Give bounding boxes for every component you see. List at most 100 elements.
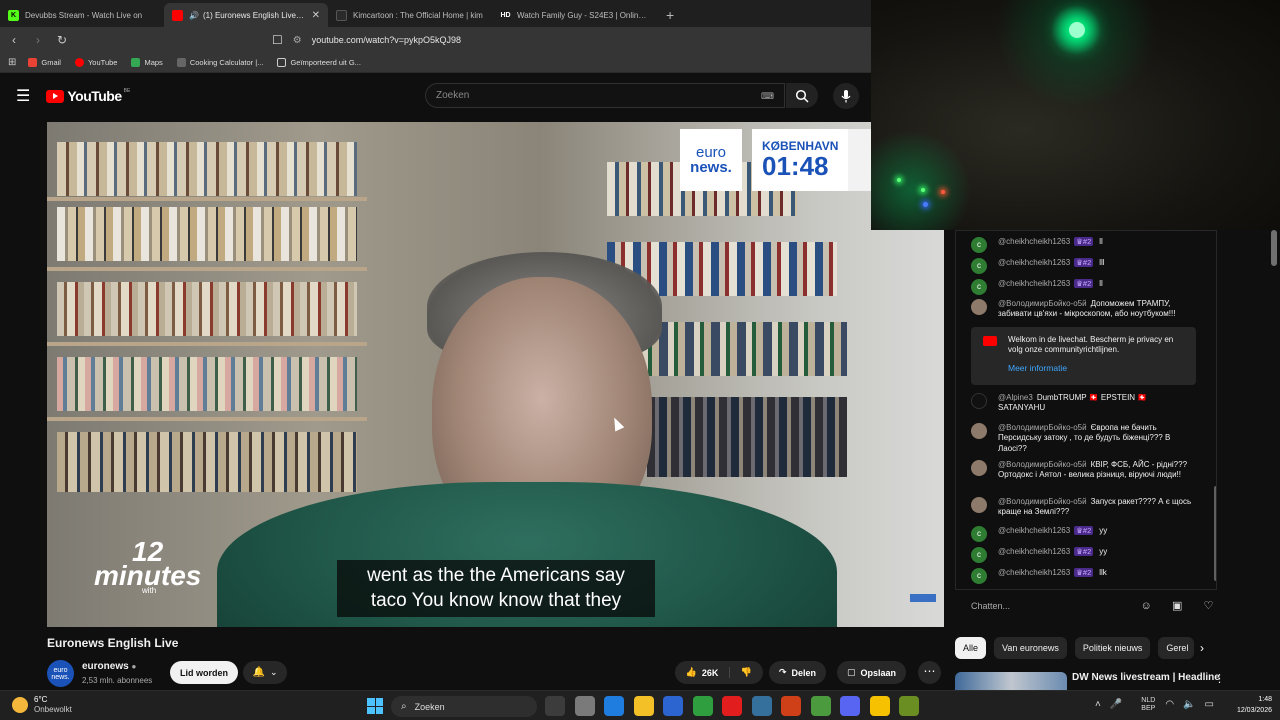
caption-line: taco You know know that they	[370, 589, 622, 611]
page-scrollbar[interactable]	[1271, 230, 1277, 266]
bookmark-youtube[interactable]: YouTube	[74, 58, 117, 67]
search-icon	[795, 89, 809, 103]
taskbar-app-icon[interactable]	[692, 696, 713, 716]
keyboard-icon[interactable]: ⌨	[761, 91, 774, 102]
more-info-link[interactable]: Meer informatie	[1008, 363, 1186, 374]
bookmark-imported[interactable]: Geïmporteerd uit G...	[277, 58, 361, 67]
more-actions-button[interactable]: ⋯	[918, 661, 941, 684]
taskbar-app-icon[interactable]	[633, 696, 654, 716]
apps-grid-icon[interactable]: ⊞	[8, 57, 16, 68]
youtube-icon	[74, 58, 84, 67]
join-button[interactable]: Lid worden	[170, 661, 238, 684]
green-light	[1069, 22, 1085, 38]
youtube-logo[interactable]: YouTube BE	[46, 88, 130, 104]
search-button[interactable]	[786, 83, 818, 108]
chip-all[interactable]: Alle	[955, 637, 987, 659]
chat-author[interactable]: @cheikhcheikh1263	[998, 568, 1070, 577]
chevron-up-icon[interactable]: ˄	[1095, 699, 1101, 710]
voice-search-button[interactable]	[833, 83, 859, 109]
language-indicator[interactable]: NLD BEP	[1141, 697, 1155, 712]
wifi-icon[interactable]: ◠	[1165, 699, 1174, 710]
start-button[interactable]	[367, 698, 383, 714]
taskbar-app-icon[interactable]	[781, 696, 801, 716]
search-input[interactable]: Zoeken ⌨	[425, 83, 785, 108]
logo-line2: news.	[690, 159, 732, 176]
chat-message-list[interactable]: c @cheikhcheikh1263 ♛#2 ll c @cheikhcheikh…	[955, 230, 1217, 590]
heart-icon[interactable]: ♡	[1200, 597, 1217, 615]
kebab-menu-icon[interactable]: ⋮	[1214, 672, 1225, 685]
chip-politics[interactable]: Politiek nieuws	[1074, 637, 1151, 659]
chat-author[interactable]: @cheikhcheikh1263	[998, 547, 1070, 556]
weather-widget[interactable]: 6°C Onbewolkt	[12, 695, 72, 714]
chat-message: @Alpine3 DumbTRUMP 🇨🇭 EPSTEIN 🇨🇭 SATANYAH…	[971, 393, 1171, 414]
tab-euronews[interactable]: 🔊 (1) Euronews English Live - Yo ✕	[164, 3, 328, 27]
recommended-title[interactable]: DW News livestream | Headline	[1072, 672, 1220, 683]
channel-name[interactable]: euronews ●	[82, 661, 136, 672]
kimcartoon-icon	[336, 9, 347, 21]
chat-author[interactable]: @ВолодимирБойко-о5й	[998, 423, 1087, 432]
tab-kimcartoon[interactable]: Kimcartoon : The Official Home | kim	[328, 3, 492, 27]
chat-author[interactable]: @cheikhcheikh1263	[998, 237, 1070, 246]
taskbar-search[interactable]: ⌕ Zoeken	[391, 696, 537, 717]
chat-author[interactable]: @ВолодимирБойко-о5й	[998, 299, 1087, 308]
hamburger-menu-icon[interactable]: ☰	[16, 86, 30, 106]
bookmark-label: Gmail	[41, 58, 61, 67]
chat-author[interactable]: @ВолодимирБойко-о5й	[998, 497, 1087, 506]
bookmark-icon[interactable]: ☐	[272, 33, 283, 47]
url-field[interactable]: ⚙ youtube.com/watch?v=pykpO5kQJ98	[293, 35, 461, 46]
like-button[interactable]: 👍 26K	[675, 667, 730, 678]
taskbar-app-icon[interactable]	[663, 696, 683, 716]
back-icon[interactable]: ‹	[4, 33, 24, 47]
chat-text: llk	[1099, 568, 1107, 577]
chat-author[interactable]: @cheikhcheikh1263	[998, 526, 1070, 535]
chat-scrollbar[interactable]	[1214, 486, 1216, 581]
chat-author[interactable]: @ВолодимирБойко-о5й	[998, 460, 1087, 469]
close-icon[interactable]: ✕	[312, 10, 320, 21]
share-button[interactable]: ↷ Delen	[769, 661, 827, 684]
taskbar-app-icon[interactable]	[869, 696, 890, 716]
site-settings-icon[interactable]: ⚙	[293, 35, 302, 46]
chat-author[interactable]: @cheikhcheikh1263	[998, 279, 1070, 288]
taskbar-app-icon[interactable]	[722, 696, 742, 716]
chat-input-row: Chatten... ☺ ▣ ♡	[955, 593, 1217, 619]
clock-time: 1:48	[1258, 696, 1272, 703]
chevron-right-icon[interactable]: ›	[1200, 641, 1204, 655]
bookmark-maps[interactable]: Maps	[131, 58, 163, 67]
weather-condition: Onbewolkt	[34, 704, 72, 714]
chip-euronews[interactable]: Van euronews	[994, 637, 1067, 659]
mic-icon[interactable]: 🎤	[1110, 699, 1122, 710]
chat-input[interactable]: Chatten...	[971, 595, 1124, 617]
bookmark-cooking[interactable]: Cooking Calculator |...	[176, 58, 263, 67]
taskbar-app-icon[interactable]	[840, 696, 860, 716]
dislike-button[interactable]: 👎	[730, 667, 763, 678]
tab-family-guy[interactable]: HD Watch Family Guy - S24E3 | Online H	[492, 3, 656, 27]
save-button[interactable]: ▢ Opslaan	[837, 661, 907, 684]
taskbar-app-icon[interactable]	[899, 696, 919, 716]
search-placeholder: Zoeken	[436, 90, 470, 101]
clock[interactable]: 1:48 12/03/2026	[1226, 695, 1272, 716]
new-tab-icon[interactable]: +	[656, 7, 684, 27]
taskbar-app-icon[interactable]	[545, 696, 565, 716]
notifications-button[interactable]: 🔔 ⌄	[243, 661, 287, 684]
super-chat-icon[interactable]: ▣	[1169, 597, 1186, 615]
windows-taskbar: 6°C Onbewolkt ⌕ Zoeken ˄ 🎤 NLD BEP ◠ 🔈 ▭ …	[0, 690, 1280, 720]
emoji-icon[interactable]: ☺	[1138, 597, 1155, 615]
taskbar-app-icon[interactable]	[751, 696, 772, 716]
chip-related[interactable]: Gerel	[1158, 637, 1195, 659]
chat-author[interactable]: @cheikhcheikh1263	[998, 258, 1070, 267]
forward-icon[interactable]: ›	[28, 33, 48, 47]
taskbar-app-icon[interactable]	[574, 696, 595, 716]
taskbar-app-icon[interactable]	[810, 696, 831, 716]
like-dislike-group: 👍 26K 👎	[675, 661, 763, 684]
bookmark-gmail[interactable]: Gmail	[28, 58, 61, 67]
reload-icon[interactable]: ↻	[52, 33, 72, 47]
channel-avatar[interactable]: euro news.	[47, 660, 74, 687]
recommended-thumbnail[interactable]	[955, 672, 1067, 690]
tab-devubbs[interactable]: K Devubbs Stream - Watch Live on	[0, 3, 164, 27]
battery-icon[interactable]: ▭	[1205, 699, 1214, 710]
recommended-video[interactable]: DW News livestream | Headline ⋮	[955, 668, 1225, 690]
video-player[interactable]: euro news. KØBENHAVN 01:48 12 minutes wi…	[47, 122, 944, 627]
volume-icon[interactable]: 🔈	[1183, 699, 1195, 710]
chat-author[interactable]: @Alpine3	[998, 393, 1033, 402]
taskbar-app-icon[interactable]	[604, 696, 624, 716]
